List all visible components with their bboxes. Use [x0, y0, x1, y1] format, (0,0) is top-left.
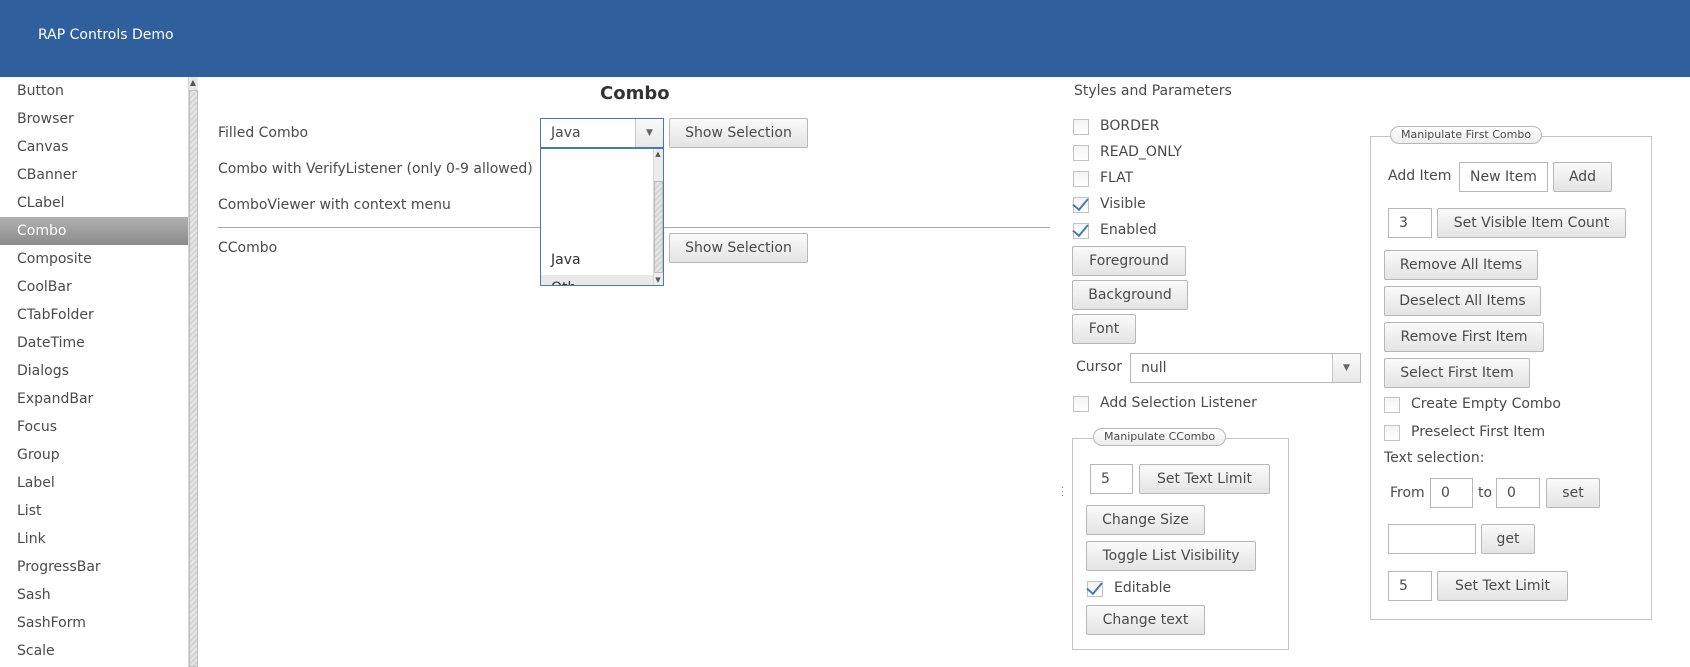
add-item-label: Add Item — [1388, 168, 1452, 184]
filled-combo-value: Java — [551, 125, 581, 141]
nav-item-focus[interactable]: Focus — [0, 413, 188, 441]
change-text-button[interactable]: Change text — [1086, 605, 1205, 635]
visible-label: Visible — [1100, 196, 1146, 212]
add-selection-listener-checkbox[interactable] — [1073, 396, 1089, 412]
deselect-all-items-button[interactable]: Deselect All Items — [1384, 286, 1541, 316]
background-button[interactable]: Background — [1072, 280, 1188, 310]
scroll-down-icon[interactable]: ▼ — [653, 276, 663, 284]
nav-item-expandbar[interactable]: ExpandBar — [0, 385, 188, 413]
demo-title: Combo — [600, 83, 670, 104]
combo-dropdown-list[interactable]: Java Oth ▲ ▼ — [540, 148, 664, 286]
visible-item-count-input[interactable]: 3 — [1388, 208, 1432, 238]
nav-item-combo[interactable]: Combo — [0, 217, 188, 245]
nav-item-canvas[interactable]: Canvas — [0, 133, 188, 161]
enabled-checkbox[interactable] — [1073, 223, 1089, 239]
new-item-input[interactable]: New Item — [1459, 162, 1548, 192]
scroll-up-icon[interactable]: ▲ — [188, 79, 198, 87]
create-empty-combo-checkbox[interactable] — [1384, 397, 1400, 413]
nav-item-coolbar[interactable]: CoolBar — [0, 273, 188, 301]
cursor-combo-value: null — [1141, 360, 1167, 376]
nav-item-scale[interactable]: Scale — [0, 637, 188, 665]
nav-scrollbar-thumb[interactable] — [189, 90, 198, 667]
font-button[interactable]: Font — [1072, 314, 1136, 344]
nav-item-sashform[interactable]: SashForm — [0, 609, 188, 637]
remove-all-items-button[interactable]: Remove All Items — [1384, 250, 1538, 280]
first-set-text-limit-button[interactable]: Set Text Limit — [1437, 571, 1568, 601]
change-size-button[interactable]: Change Size — [1086, 505, 1205, 535]
viewer-combo-label: ComboViewer with context menu — [218, 197, 451, 213]
vertical-dots-icon[interactable]: · · · — [1061, 484, 1065, 502]
cursor-label: Cursor — [1076, 359, 1123, 375]
show-selection-button[interactable]: Show Selection — [669, 118, 808, 148]
get-selection-button[interactable]: get — [1481, 524, 1535, 554]
app-title: RAP Controls Demo — [38, 27, 174, 43]
nav-item-label[interactable]: Label — [0, 469, 188, 497]
flat-label: FLAT — [1100, 170, 1134, 186]
nav-item-browser[interactable]: Browser — [0, 105, 188, 133]
foreground-button[interactable]: Foreground — [1072, 246, 1186, 276]
get-selection-output[interactable] — [1388, 524, 1476, 554]
dropdown-item-partial[interactable]: Oth — [541, 275, 653, 285]
filled-combo-label: Filled Combo — [218, 125, 309, 141]
scroll-up-icon[interactable]: ▲ — [653, 150, 663, 158]
from-input[interactable]: 0 — [1430, 478, 1473, 508]
to-input[interactable]: 0 — [1496, 478, 1540, 508]
nav-item-list[interactable]: List — [0, 497, 188, 525]
toggle-list-visibility-button[interactable]: Toggle List Visibility — [1086, 541, 1256, 571]
dropdown-scrollbar-thumb[interactable] — [654, 181, 663, 273]
nav-item-button[interactable]: Button — [0, 77, 188, 105]
enabled-label: Enabled — [1100, 222, 1157, 238]
manipulate-ccombo-title: Manipulate CCombo — [1093, 428, 1227, 446]
select-first-item-button[interactable]: Select First Item — [1384, 358, 1530, 388]
app-header — [0, 0, 1690, 77]
dropdown-item-java[interactable]: Java — [541, 247, 653, 273]
add-selection-listener-label: Add Selection Listener — [1100, 395, 1257, 411]
triangle-down-icon[interactable]: ▼ — [635, 119, 663, 147]
from-label: From — [1390, 485, 1425, 501]
nav-item-sash[interactable]: Sash — [0, 581, 188, 609]
nav-item-composite[interactable]: Composite — [0, 245, 188, 273]
set-visible-item-count-button[interactable]: Set Visible Item Count — [1437, 208, 1626, 238]
editable-label: Editable — [1114, 580, 1172, 596]
preselect-first-item-checkbox[interactable] — [1384, 425, 1400, 441]
read-only-label: READ_ONLY — [1100, 144, 1182, 160]
first-text-limit-input[interactable]: 5 — [1388, 571, 1432, 601]
nav-item-ctabfolder[interactable]: CTabFolder — [0, 301, 188, 329]
cursor-combo[interactable]: null ▼ — [1130, 353, 1361, 383]
nav-item-progressbar[interactable]: ProgressBar — [0, 553, 188, 581]
read-only-checkbox[interactable] — [1073, 145, 1089, 161]
nav-item-clabel[interactable]: CLabel — [0, 189, 188, 217]
triangle-down-icon[interactable]: ▼ — [1332, 354, 1360, 382]
ccombo-set-text-limit-button[interactable]: Set Text Limit — [1139, 464, 1270, 494]
nav-item-dialogs[interactable]: Dialogs — [0, 357, 188, 385]
nav-item-group[interactable]: Group — [0, 441, 188, 469]
filled-combo[interactable]: Java ▼ — [540, 118, 664, 148]
add-item-button[interactable]: Add — [1553, 162, 1612, 192]
visible-checkbox[interactable] — [1073, 197, 1089, 213]
border-checkbox[interactable] — [1073, 119, 1089, 135]
ccombo-label: CCombo — [218, 240, 278, 256]
ccombo-show-selection-button[interactable]: Show Selection — [669, 233, 808, 263]
set-selection-button[interactable]: set — [1546, 478, 1600, 508]
editable-checkbox[interactable] — [1087, 581, 1103, 597]
border-label: BORDER — [1100, 118, 1160, 134]
ccombo-text-limit-input[interactable]: 5 — [1090, 464, 1133, 494]
text-selection-label: Text selection: — [1384, 450, 1485, 466]
create-empty-combo-label: Create Empty Combo — [1411, 396, 1561, 412]
nav-list[interactable]: Button Browser Canvas CBanner CLabel Combo Com… — [0, 77, 188, 667]
remove-first-item-button[interactable]: Remove First Item — [1384, 322, 1544, 352]
manipulate-first-combo-title: Manipulate First Combo — [1390, 126, 1543, 144]
to-label: to — [1478, 485, 1493, 501]
nav-item-link[interactable]: Link — [0, 525, 188, 553]
nav-item-cbanner[interactable]: CBanner — [0, 161, 188, 189]
styles-title: Styles and Parameters — [1074, 83, 1232, 99]
nav-item-datetime[interactable]: DateTime — [0, 329, 188, 357]
preselect-first-item-label: Preselect First Item — [1411, 424, 1546, 440]
flat-checkbox[interactable] — [1073, 171, 1089, 187]
verify-combo-label: Combo with VerifyListener (only 0-9 allo… — [218, 161, 533, 177]
